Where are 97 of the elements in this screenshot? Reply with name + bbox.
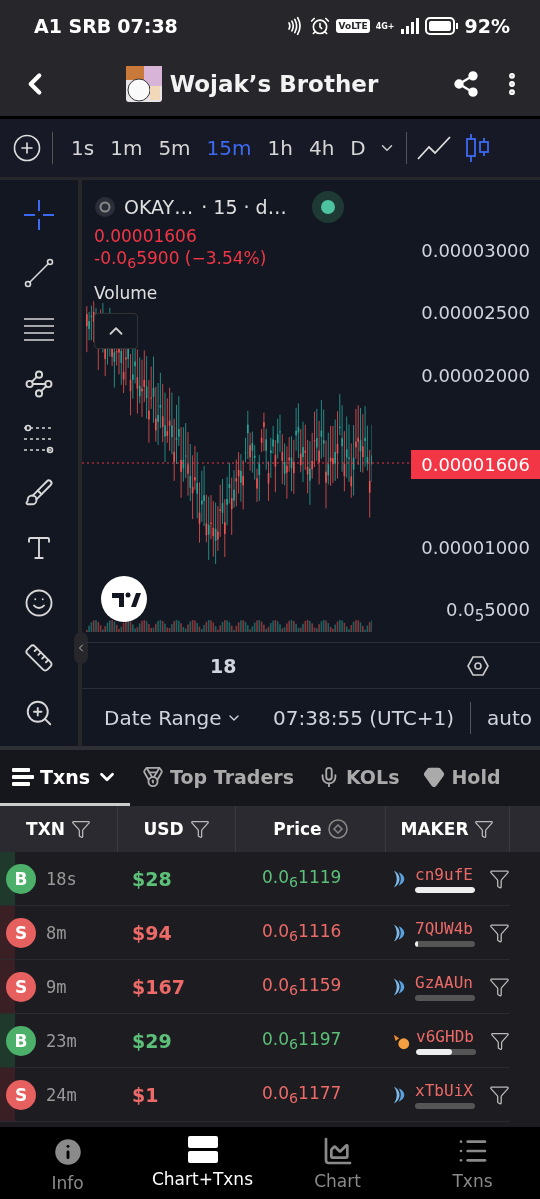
price-axis-label: 0.00002000 [421,364,530,386]
time-axis-label: 18 [210,654,237,677]
menu-icon [12,766,34,787]
status-dot-icon [310,190,345,224]
network-type: 4G+ [375,21,395,31]
price-axis-label: 0.00001000 [421,537,530,559]
pattern-icon[interactable] [24,368,54,399]
timeframe-tab[interactable]: D [342,136,374,160]
trade-price: 0.0$_{6}$1177 [261,1082,342,1107]
usd-amount: $29 [131,1029,172,1052]
trade-time: 24m [46,1084,77,1105]
holding-bar [415,994,476,1001]
line-chart-icon[interactable] [416,135,451,161]
trade-side-badge: S [6,971,36,1002]
split-view-icon [187,1135,218,1165]
trade-side-badge: B [6,863,36,894]
timeframe-tab[interactable]: 5m [150,136,199,160]
holding-bar [415,886,476,893]
usd-amount: $28 [131,867,172,890]
volte-badge: VoLTE [336,19,370,33]
transaction-row[interactable]: S 24m $1 0.0$_{6}$1177 xTbUiX [0,1068,510,1122]
medal-icon [142,765,165,788]
panel-tab[interactable]: Hold [411,750,513,806]
usd-amount: $1 [131,1083,159,1106]
trade-side-badge: S [6,1079,36,1110]
sort-icon [327,819,348,839]
symbol-name: OKAY… [124,196,194,218]
trade-price: 0.0$_{6}$1119 [261,866,342,891]
interval-label: · 15 · d… [201,196,287,218]
trade-time: 23m [46,1030,77,1051]
maker-address[interactable]: GzAAUn [415,972,476,992]
trade-side-badge: S [6,917,36,948]
trade-time: 18s [46,868,77,889]
scale-button[interactable]: auto [487,705,532,730]
filter-icon[interactable] [70,819,91,839]
carrier-name: A1 SRB [34,15,112,37]
ruler-icon[interactable] [24,642,54,673]
timeframe-tab[interactable]: 4h [300,136,343,160]
usd-amount: $167 [131,975,185,998]
channel-icon[interactable] [22,423,56,454]
clock-time: 07:38 [117,15,178,37]
chart-clock: 07:38:55 (UTC+1) [273,705,454,730]
trade-price: 0.0$_{6}$1116 [261,920,342,945]
diamond-icon [423,765,446,788]
alarm-icon [310,16,331,36]
transaction-row[interactable]: B 18s $28 0.0$_{6}$1119 cn9ufE [0,852,510,906]
holding-bar [415,940,476,947]
trade-time: 9m [46,976,67,997]
battery-level: 92% [464,15,510,37]
add-indicator-icon[interactable] [12,133,42,163]
trade-side-badge: B [6,1025,36,1056]
nav-tab[interactable]: Info [0,1127,135,1199]
price-change: -0.0$_{6}$5900 (−3.54%) [94,248,268,272]
maker-address[interactable]: 7QUW4b [415,918,476,938]
usd-amount: $94 [131,921,172,944]
battery-icon [424,17,459,35]
filter-icon[interactable] [474,819,495,839]
collapse-button[interactable] [94,313,138,350]
transaction-row[interactable]: S 8m $94 0.0$_{6}$1116 7QUW4b [0,906,510,960]
tradingview-logo-icon [100,575,148,623]
candlestick-icon[interactable] [464,133,491,163]
price-axis-label: 0.0$_{5}$5000 [446,599,530,625]
settings-icon[interactable] [466,653,490,678]
smiley-icon[interactable] [24,587,54,618]
holding-bar [416,1048,477,1055]
symbol-icon [94,196,116,218]
transaction-row[interactable]: S 9m $167 0.0$_{6}$1159 GzAAUn [0,960,510,1014]
volume-label: Volume [94,283,158,304]
holding-bar [415,1102,476,1109]
nav-tab[interactable]: Chart [270,1127,405,1199]
price-axis-label: 0.00003000 [421,240,530,261]
maker-address[interactable]: xTbUiX [415,1080,476,1100]
crosshair-icon[interactable] [22,198,56,233]
panel-tab[interactable]: KOLs [306,750,412,806]
timeframe-tab[interactable]: 15m [198,136,260,160]
nav-tab[interactable]: Txns [405,1127,540,1199]
trend-line-icon[interactable] [23,257,55,290]
date-range-button[interactable]: Date Range [104,705,242,730]
trade-price: 0.0$_{6}$1159 [261,974,342,999]
current-price-tag: 0.00001606 [411,450,540,479]
transaction-row[interactable]: B 23m $29 0.0$_{6}$1197 v6GHDb [0,1014,510,1068]
last-price: 0.00001606 [94,226,198,246]
nav-tab[interactable]: Chart+Txns [135,1127,270,1199]
collapse-toolbar-button[interactable] [74,632,88,664]
timeframe-tab[interactable]: 1h [259,136,301,160]
token-title: Wojak’s Brother [169,71,379,97]
signal-icon [400,18,419,34]
trade-time: 8m [46,922,67,943]
timeframe-tab[interactable]: 1m [102,136,151,160]
price-axis-label: 0.00002500 [421,302,530,324]
trade-price: 0.0$_{6}$1197 [261,1028,342,1053]
filter-icon[interactable] [189,819,210,839]
panel-tab[interactable]: Top Traders [130,750,306,806]
maker-address[interactable]: v6GHDb [416,1026,477,1046]
maker-address[interactable]: cn9ufE [415,864,476,884]
timeframe-tab[interactable]: 1s [63,136,103,160]
share-icon[interactable] [452,70,480,98]
